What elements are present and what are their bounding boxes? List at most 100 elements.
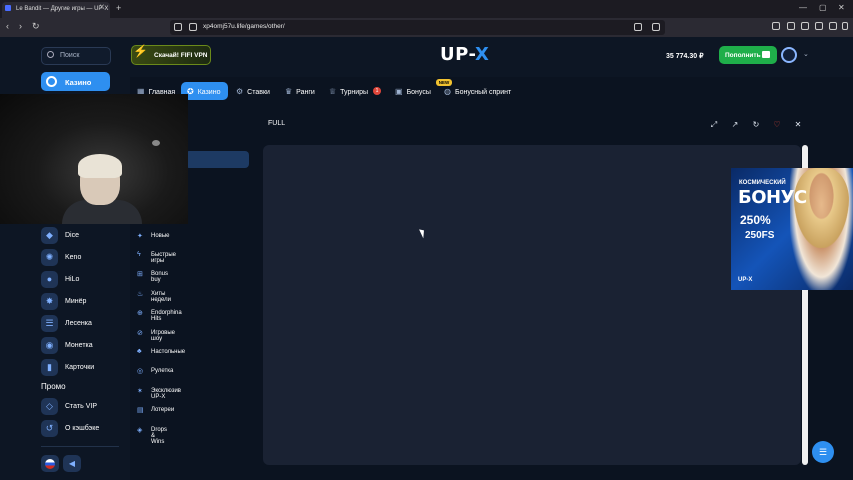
cards-icon: ▮ — [41, 359, 58, 376]
sidebar-item-label: Лесенка — [65, 320, 92, 327]
vpn-icon[interactable] — [829, 22, 837, 30]
promo-banner-model-hair — [794, 168, 849, 248]
bets-icon: ⚙ — [236, 87, 244, 96]
diamond-icon: ◇ — [41, 398, 58, 415]
lightning-icon: ⚡ — [133, 44, 148, 58]
promo-banner-line3: 250% — [740, 213, 771, 227]
shield-icon[interactable] — [652, 23, 660, 31]
lottery-icon: ▤ — [137, 407, 144, 414]
maximize-icon[interactable]: ▢ — [819, 3, 827, 12]
category-label: Bonus buy — [151, 271, 169, 283]
tab-tournaments[interactable]: ♕ Турниры — [329, 82, 368, 100]
category-label: Рулетка — [151, 368, 174, 374]
category-label: Лотереи — [151, 407, 175, 413]
balance: 35 774.30 ₽ — [666, 53, 704, 60]
sidebar-item-cashback[interactable]: ↺ О кэшбэке — [41, 420, 121, 438]
cart-icon: ⊞ — [137, 271, 143, 278]
screen-share-icon[interactable] — [634, 23, 642, 31]
sprint-icon: ◍ — [444, 87, 451, 96]
fullscreen-icon[interactable]: ⤢ — [706, 118, 722, 132]
site-info-icon[interactable] — [189, 23, 197, 31]
tab-favicon-icon — [5, 5, 11, 11]
casino-icon — [46, 76, 57, 87]
keno-icon: ✺ — [41, 249, 58, 266]
search-icon — [47, 51, 54, 58]
sidebar-item-label: Монетка — [65, 342, 93, 349]
new-tab-icon[interactable]: + — [116, 3, 121, 13]
sidebar-item-hilo[interactable]: ● HiLo — [41, 271, 121, 289]
tab-ranks[interactable]: ♛ Ранги — [285, 82, 315, 100]
category-label: Хиты недели — [151, 291, 172, 303]
sparkle-icon: ✦ — [137, 233, 143, 240]
browser-tab[interactable]: Le Bandit — Другие игры — UP-X — [2, 2, 110, 18]
close-window-icon[interactable]: ✕ — [838, 3, 845, 12]
site-logo[interactable]: UP-X — [440, 44, 489, 65]
sidebar-item-label: О кэшбэке — [65, 425, 100, 432]
tab-label: Турниры — [340, 89, 369, 96]
mines-icon: ✸ — [41, 293, 58, 310]
extensions-icon[interactable] — [801, 22, 809, 30]
sidebar-item-ladder[interactable]: ☰ Лесенка — [41, 315, 121, 333]
game-frame[interactable] — [263, 145, 801, 465]
menu-icon[interactable] — [842, 22, 848, 30]
tab-label: Казино — [197, 89, 221, 96]
sidebar-item-label: Keno — [65, 254, 82, 261]
refresh-icon[interactable]: ↻ — [748, 118, 764, 132]
tab-bonuses[interactable]: ▣ Бонусы — [395, 82, 431, 100]
gift-icon: ▣ — [395, 87, 403, 96]
promo-banner-line2: БОНУС — [738, 187, 807, 208]
sidebar-item-keno[interactable]: ✺ Keno — [41, 249, 121, 267]
back-icon[interactable]: ‹ — [6, 21, 9, 31]
trophy-icon: ♕ — [329, 87, 337, 96]
tab-casino[interactable]: ✪ Казино — [187, 82, 220, 100]
sidebar-item-label: Казино — [65, 78, 92, 87]
category-label: Drops & Wins — [151, 427, 168, 445]
new-badge: NEW — [436, 79, 452, 86]
promo-banner-logo: UP-X — [738, 277, 753, 283]
sidebar-item-dice[interactable]: ◆ Dice — [41, 227, 121, 245]
category-label: Endorphina Hits — [151, 310, 182, 322]
url-text: xp4omj57u.life/games/other/ — [203, 23, 285, 30]
tab-close-icon[interactable]: ✕ — [99, 3, 105, 11]
sidebar-item-label: Карточки — [65, 364, 95, 371]
category-label: Игровые шоу — [151, 330, 176, 342]
bolt-icon: ϟ — [137, 251, 141, 258]
ranks-icon: ♛ — [285, 87, 293, 96]
vpn-banner-label: Скачай! FIFI VPN — [154, 52, 208, 59]
sidebar-item-vip[interactable]: ◇ Стать VIP — [41, 398, 121, 416]
tab-bonus-sprint[interactable]: ◍ Бонусный спринт — [444, 82, 511, 100]
category-label: Настольные — [151, 349, 186, 355]
bookmark-icon[interactable] — [174, 23, 182, 31]
chevron-down-icon[interactable]: ⌄ — [803, 50, 809, 58]
avatar[interactable] — [781, 47, 797, 63]
forward-icon[interactable]: › — [19, 21, 22, 31]
sound-icon[interactable]: ◀ — [63, 455, 81, 472]
downloads-icon[interactable] — [772, 22, 780, 30]
sidebar-item-cards[interactable]: ▮ Карточки — [41, 359, 121, 377]
tab-label: Бонусы — [406, 89, 431, 96]
history-icon[interactable] — [815, 22, 823, 30]
minimize-icon[interactable]: — — [799, 3, 807, 12]
cashback-icon: ↺ — [41, 420, 58, 437]
category-label: Новые — [151, 233, 170, 239]
close-icon[interactable]: ✕ — [790, 118, 806, 132]
tab-label: Ставки — [247, 89, 270, 96]
sidebar-item-mines[interactable]: ✸ Минёр — [41, 293, 121, 311]
tab-bets[interactable]: ⚙ Ставки — [236, 82, 270, 100]
game-mode-label[interactable]: FULL — [268, 120, 285, 127]
favorite-icon[interactable]: ♡ — [769, 118, 785, 132]
reload-icon[interactable]: ↻ — [32, 21, 40, 32]
sidebar-item-label: Dice — [65, 232, 80, 239]
webcam-background-light — [152, 140, 160, 146]
sidebar-item-coin[interactable]: ◉ Монетка — [41, 337, 121, 355]
show-icon: ⊘ — [137, 330, 143, 337]
chat-support-icon[interactable]: ☰ — [812, 441, 834, 463]
category-active-highlight — [185, 151, 249, 168]
promo-banner-line1: КОСМИЧЕСКИЙ — [739, 180, 786, 186]
roulette-icon: ◎ — [137, 368, 144, 375]
open-external-icon[interactable]: ↗ — [727, 118, 743, 132]
sidebar-icon[interactable] — [787, 22, 795, 30]
deposit-label: Пополнить — [725, 52, 761, 59]
flag-icon — [45, 459, 55, 469]
wallet-icon — [762, 51, 770, 58]
